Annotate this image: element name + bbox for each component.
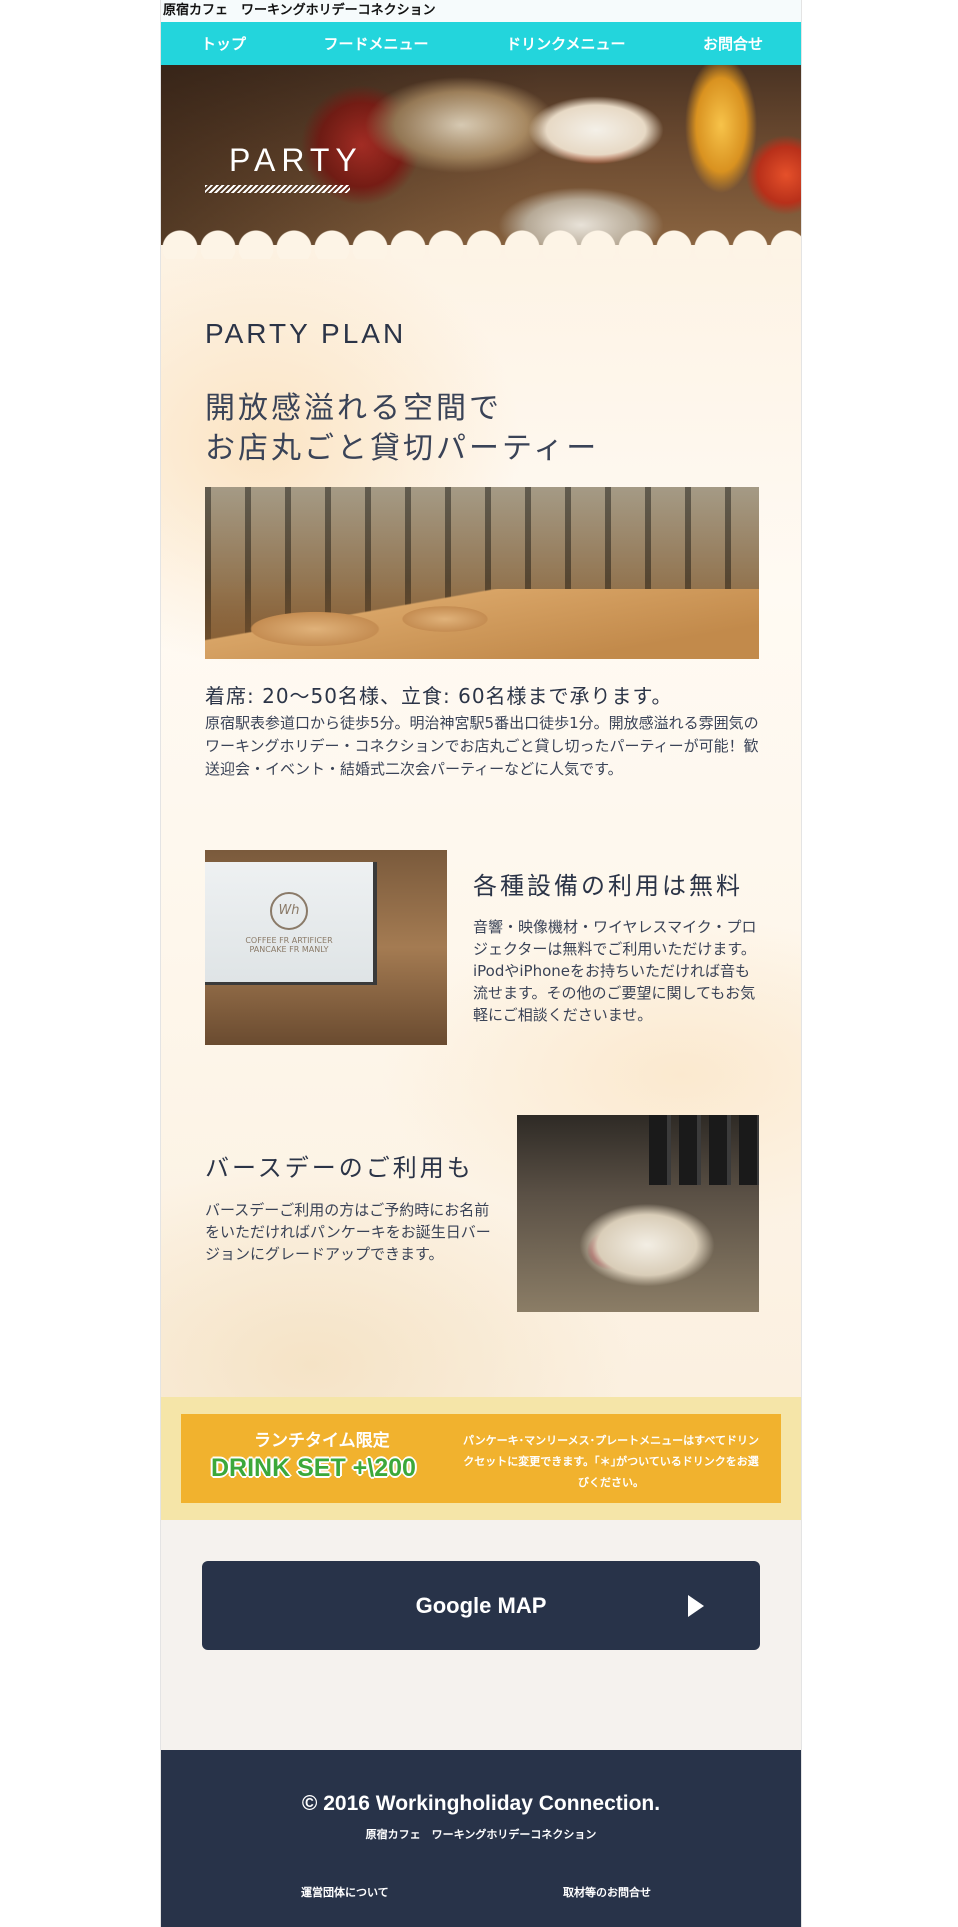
projector-photo: Wh COFFEE FR ARTIFICER PANCAKE FR MANLY: [205, 850, 447, 1045]
lunch-note: パンケーキ･マンリーメス･プレートメニューはすべてドリンクセットに変更できます。…: [463, 1434, 759, 1489]
scallop-divider: [161, 229, 801, 259]
footer-subtitle: 原宿カフェ ワーキングホリデーコネクション: [365, 1828, 597, 1841]
birthday-body: バースデーご利用の方はご予約時にお名前をいただければパンケーキをお誕生日バージョ…: [205, 1201, 491, 1263]
lunch-drink-set-box: ランチタイム限定 DRINK SET +\200 パンケーキ･マンリーメス･プレ…: [181, 1414, 781, 1503]
birthday-title: バースデーのご利用も: [205, 1154, 474, 1182]
equipment-title: 各種設備の利用は無料: [473, 872, 743, 900]
global-nav: トップ フードメニュー ドリンクメニュー お問合せ: [161, 22, 801, 65]
birthday-pancake-photo: [517, 1115, 759, 1312]
projector-screen: Wh COFFEE FR ARTIFICER PANCAKE FR MANLY: [205, 862, 377, 985]
footer-link-press[interactable]: 取材等のお問合せ: [563, 1884, 651, 1900]
screen-text-line-1: COFFEE FR ARTIFICER: [245, 936, 333, 945]
nav-item-contact[interactable]: お問合せ: [703, 33, 763, 54]
nav-item-top[interactable]: トップ: [201, 33, 246, 54]
hero-title-underline: [205, 185, 350, 193]
capacity-text: 着席: 20〜50名様、立食: 60名様まで承ります。: [205, 684, 673, 708]
hero-title: PARTY: [229, 142, 363, 178]
nav-item-food-menu[interactable]: フードメニュー: [324, 33, 429, 54]
champagne-bottles: [649, 1115, 759, 1185]
screen-text-line-2: PANCAKE FR MANLY: [249, 945, 329, 954]
footer: © 2016 Workingholiday Connection. 原宿カフェ …: [161, 1750, 801, 1927]
site-title: 原宿カフェ ワーキングホリデーコネクション: [161, 0, 801, 22]
catchphrase-line-1: 開放感溢れる空間で: [205, 391, 502, 426]
copyright: © 2016 Workingholiday Connection.: [301, 1792, 661, 1815]
equipment-body: 音響・映像機材・ワイヤレスマイク・プロジェクターは無料でご利用いただけます。iP…: [473, 918, 757, 1024]
page: 原宿カフェ ワーキングホリデーコネクション トップ フードメニュー ドリンクメニ…: [160, 0, 802, 1927]
catchphrase-line-2: お店丸ごと貸切パーティー: [205, 431, 600, 466]
drink-set-price: DRINK SET +\200: [211, 1454, 416, 1482]
access-text: 原宿駅表参道口から徒歩5分。明治神宮駅5番出口徒歩1分。開放感溢れる雰囲気のワー…: [205, 714, 759, 778]
lunch-drink-set-banner: ランチタイム限定 DRINK SET +\200 パンケーキ･マンリーメス･プレ…: [161, 1397, 801, 1520]
footer-link-about[interactable]: 運営団体について: [301, 1884, 389, 1900]
party-catchphrase: 開放感溢れる空間で お店丸ごと貸切パーティー: [205, 389, 765, 469]
google-map-label: Google MAP: [415, 1593, 547, 1618]
nav-item-drink-menu[interactable]: ドリンクメニュー: [506, 33, 625, 54]
party-plan-heading: PARTY PLAN: [205, 318, 407, 349]
google-map-button[interactable]: Google MAP: [202, 1561, 760, 1650]
hero-banner-image: PARTY: [161, 65, 801, 245]
restaurant-tables: [205, 589, 759, 659]
screen-logo: Wh: [270, 892, 308, 930]
lunch-time-label: ランチタイム限定: [254, 1431, 390, 1451]
restaurant-interior-photo: [205, 487, 759, 659]
play-arrow-icon: [688, 1595, 704, 1617]
